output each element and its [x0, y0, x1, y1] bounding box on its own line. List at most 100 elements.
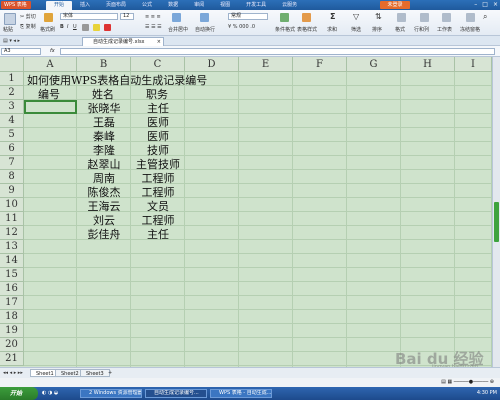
close-icon[interactable]: × — [493, 0, 498, 10]
align-left-icon[interactable]: ☰ ☰ ☰ — [145, 24, 162, 30]
worksheet-icon[interactable] — [442, 13, 451, 22]
freeze-button[interactable]: 冻结窗格 — [460, 27, 480, 33]
row-header-13[interactable]: 13 — [0, 240, 24, 254]
tab-home[interactable]: 开始 — [46, 1, 73, 10]
column-header-i[interactable]: I — [455, 57, 492, 72]
sum-icon[interactable]: Σ — [330, 13, 335, 21]
table-style-icon[interactable] — [302, 13, 311, 22]
font-size-select[interactable]: 12 — [120, 13, 134, 20]
row-col-icon[interactable] — [420, 13, 429, 22]
row-header-5[interactable]: 5 — [0, 128, 24, 142]
sort-button[interactable]: 排序 — [372, 27, 382, 33]
quick-launch-icons[interactable]: ◐ ◑ ◒ — [42, 390, 58, 396]
column-header-b[interactable]: B — [77, 57, 131, 72]
maximize-icon[interactable]: □ — [482, 0, 488, 10]
tab-data[interactable]: 数据 — [160, 1, 186, 10]
tab-insert[interactable]: 插入 — [72, 1, 98, 10]
scrollbar-thumb[interactable] — [494, 202, 499, 242]
formula-input[interactable] — [60, 48, 495, 55]
row-header-10[interactable]: 10 — [0, 198, 24, 212]
format-painter-button[interactable]: 格式刷 — [40, 27, 55, 33]
row-header-2[interactable]: 2 — [0, 86, 24, 100]
find-icon[interactable]: ⌕ — [483, 13, 487, 21]
sheet-nav-icon[interactable]: ◂◂ ◂ ▸ ▸▸ — [3, 370, 23, 376]
column-header-a[interactable]: A — [24, 57, 77, 72]
select-all-corner[interactable] — [0, 57, 24, 72]
new-doc-icon[interactable]: ▤ ▾ ◂ ▸ — [3, 38, 20, 44]
column-header-f[interactable]: F — [293, 57, 347, 72]
font-color-icon[interactable] — [104, 24, 111, 31]
auto-wrap-button[interactable]: 自动换行 — [195, 27, 215, 33]
number-format-select[interactable]: 常规 — [228, 13, 268, 20]
format-icon[interactable] — [397, 13, 406, 22]
tab-formulas[interactable]: 公式 — [134, 1, 160, 10]
sort-icon[interactable]: ⇅ — [375, 13, 382, 21]
tab-page-layout[interactable]: 页面布局 — [98, 1, 134, 10]
tab-cloud[interactable]: 云服务 — [274, 1, 305, 10]
cell-position[interactable]: 主任 — [108, 226, 208, 242]
taskbar-item-explorer[interactable]: 2 Windows 资源管理器 — [80, 389, 142, 398]
column-header-d[interactable]: D — [185, 57, 239, 72]
percent-icon[interactable]: ¥ % 000 .0 — [228, 24, 255, 30]
paste-icon[interactable] — [4, 13, 16, 25]
fill-color-icon[interactable] — [93, 24, 100, 31]
cond-format-button[interactable]: 条件格式 — [275, 27, 295, 33]
format-painter-icon[interactable] — [44, 13, 53, 22]
sheet-tab-3[interactable]: Sheet3 — [80, 369, 110, 377]
taskbar-item-wps[interactable]: WPS 表格 - 自动生成... — [210, 389, 272, 398]
format-button[interactable]: 格式 — [395, 27, 405, 33]
row-header-3[interactable]: 3 — [0, 100, 24, 114]
spreadsheet-grid[interactable]: A B C D E F G H I 1 2 3 4 5 6 7 8 9 10 11 12 13 14 15 16 17 18 19 20… — [0, 57, 492, 367]
wps-app-menu-button[interactable]: WPS 表格 — [1, 1, 31, 9]
paste-button[interactable]: 粘贴 — [3, 27, 13, 33]
row-header-21[interactable]: 21 — [0, 352, 24, 366]
merge-center-icon[interactable] — [172, 13, 181, 22]
column-header-g[interactable]: G — [347, 57, 401, 72]
row-header-9[interactable]: 9 — [0, 184, 24, 198]
merge-center-button[interactable]: 合并居中 — [168, 27, 188, 33]
column-header-c[interactable]: C — [131, 57, 185, 72]
column-header-h[interactable]: H — [401, 57, 455, 72]
row-header-11[interactable]: 11 — [0, 212, 24, 226]
cut-button[interactable]: ✂ 剪切 — [20, 14, 36, 20]
font-name-select[interactable]: 宋体 — [60, 13, 118, 20]
cond-format-icon[interactable] — [280, 13, 289, 22]
sum-button[interactable]: 求和 — [327, 27, 337, 33]
fx-icon[interactable]: fx — [50, 48, 55, 54]
row-header-14[interactable]: 14 — [0, 254, 24, 268]
zoom-slider[interactable]: ▤ ▦ ─────●───── ⊕ — [441, 378, 494, 387]
row-header-4[interactable]: 4 — [0, 114, 24, 128]
tab-view[interactable]: 视图 — [212, 1, 238, 10]
tab-developer[interactable]: 开发工具 — [238, 1, 274, 10]
align-top-icon[interactable]: ≡ ≡ ≡ — [145, 14, 161, 20]
row-col-button[interactable]: 行和列 — [414, 27, 429, 33]
row-header-18[interactable]: 18 — [0, 310, 24, 324]
start-button[interactable]: 开始 — [0, 387, 38, 400]
row-header-17[interactable]: 17 — [0, 296, 24, 310]
underline-icon[interactable]: U — [73, 24, 77, 30]
document-tab[interactable]: 自动生成记录编号.xlsx × — [82, 37, 164, 46]
copy-button[interactable]: ⎘ 复制 — [20, 24, 36, 30]
row-header-6[interactable]: 6 — [0, 142, 24, 156]
auto-wrap-icon[interactable] — [200, 13, 209, 22]
name-box[interactable]: A3 — [1, 48, 41, 55]
filter-button[interactable]: 筛选 — [351, 27, 361, 33]
border-icon[interactable] — [82, 24, 89, 31]
cell-c2-header[interactable]: 职务 — [146, 86, 168, 102]
close-tab-icon[interactable]: × — [157, 38, 161, 46]
cell-b2-header[interactable]: 姓名 — [92, 86, 114, 102]
row-header-15[interactable]: 15 — [0, 268, 24, 282]
add-sheet-button[interactable]: + — [108, 370, 112, 376]
row-header-16[interactable]: 16 — [0, 282, 24, 296]
row-header-19[interactable]: 19 — [0, 324, 24, 338]
login-button[interactable]: 未登录 — [380, 1, 410, 9]
tab-review[interactable]: 审阅 — [186, 1, 212, 10]
taskbar-item-workbook[interactable]: 自动生成记录编号... — [145, 389, 207, 398]
selected-cell-a3[interactable] — [24, 100, 77, 114]
column-header-e[interactable]: E — [239, 57, 293, 72]
row-header-7[interactable]: 7 — [0, 156, 24, 170]
row-header-20[interactable]: 20 — [0, 338, 24, 352]
row-header-1[interactable]: 1 — [0, 72, 24, 86]
table-style-button[interactable]: 表格样式 — [297, 27, 317, 33]
vertical-scrollbar[interactable] — [492, 57, 500, 367]
